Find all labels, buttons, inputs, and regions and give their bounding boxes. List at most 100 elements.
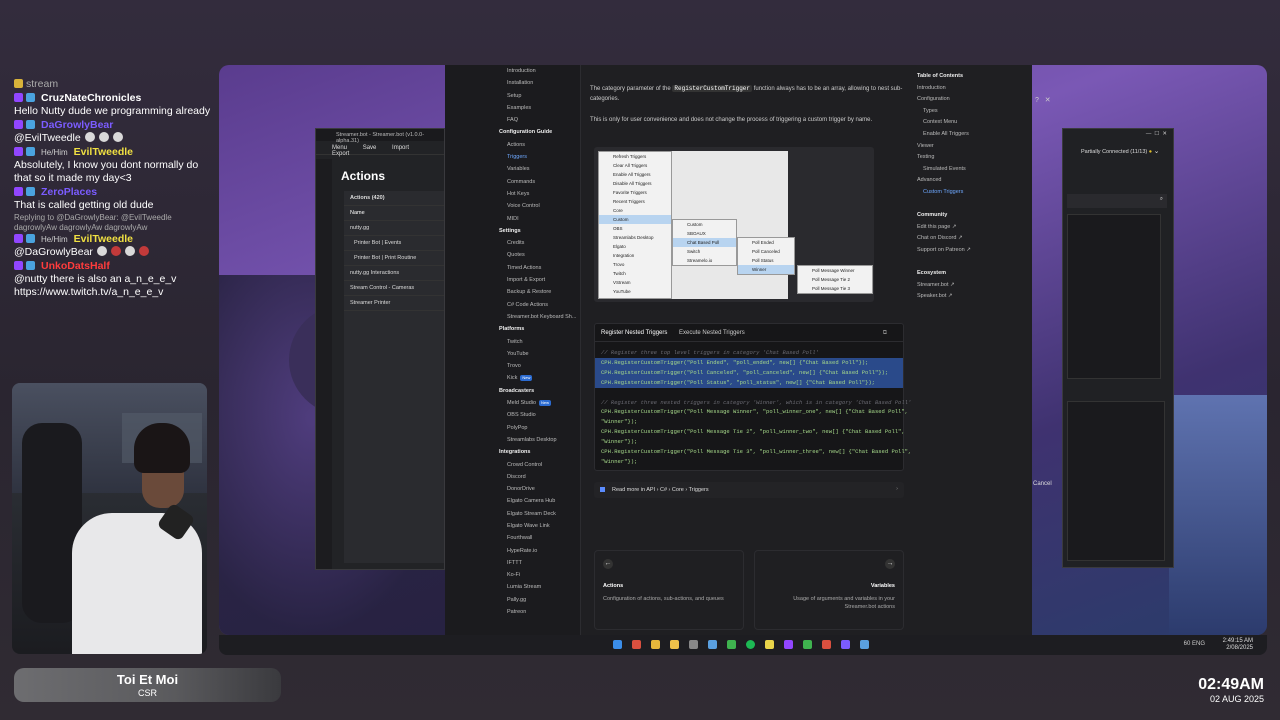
nav-item[interactable]: FAQ [499,114,580,126]
nav-item[interactable]: Timed Actions [499,262,580,274]
toc-item[interactable]: Streamer.bot ↗ [917,280,1032,292]
nav-item[interactable]: Lumia Stream [499,581,580,593]
app-icon[interactable] [803,640,812,649]
connection-status[interactable]: Partially Connected (11/13) ● ⌄ [1063,141,1173,155]
nav-item[interactable]: Triggers [499,151,580,163]
nav-item[interactable]: Actions [499,139,580,151]
toc-item[interactable]: Speaker.bot ↗ [917,291,1032,303]
chat-username[interactable]: EvilTweedle [74,233,133,245]
toc-item[interactable]: Types [917,106,1032,118]
next-page-card[interactable]: → Variables Usage of arguments and varia… [754,550,904,630]
cancel-button[interactable]: Cancel [1033,481,1052,487]
nav-section-header[interactable]: Integrations [499,446,580,458]
sb-action-row[interactable]: nutty.gg Interactions [344,266,444,281]
chrome-icon[interactable] [651,640,660,649]
nav-item[interactable]: MIDI [499,213,580,225]
nav-item[interactable]: PolyPop [499,422,580,434]
nav-section-header[interactable]: Settings [499,225,580,237]
browser-icon[interactable] [632,640,641,649]
close-icon[interactable]: ✕ [1162,131,1167,137]
nav-item[interactable]: Backup & Restore [499,286,580,298]
maximize-icon[interactable]: ☐ [1154,131,1159,137]
obs-icon[interactable] [689,640,698,649]
nav-item[interactable]: Commands [499,176,580,188]
sb-menu-save[interactable]: Save [363,145,377,151]
nav-item[interactable]: C# Code Actions [499,299,580,311]
toc-item[interactable]: Simulated Events [917,164,1032,176]
toc-item[interactable]: Configuration [917,94,1032,106]
nav-item[interactable]: DonorDrive [499,483,580,495]
nav-item[interactable]: OBS Studio [499,409,580,421]
folder-icon[interactable] [670,640,679,649]
prev-page-card[interactable]: ← Actions Configuration of actions, sub-… [594,550,744,630]
copy-icon[interactable]: ⧉ [883,330,887,337]
sb-menu-export[interactable]: Export [332,151,349,157]
toc-item[interactable]: Context Menu [917,117,1032,129]
sb-column-name[interactable]: Name [344,206,444,221]
nav-section-header[interactable]: Platforms [499,323,580,335]
nav-item[interactable]: Hot Keys [499,188,580,200]
nav-item[interactable]: YouTube [499,348,580,360]
nav-item[interactable]: Twitch [499,336,580,348]
nav-item[interactable]: Variables [499,163,580,175]
nav-item[interactable]: Streamer.bot Keyboard Sh... [499,311,580,323]
nav-item[interactable]: IFTTT [499,557,580,569]
nav-section-header[interactable]: Broadcasters [499,385,580,397]
sb-action-row[interactable]: Stream Control - Cameras [344,281,444,296]
nav-item[interactable]: Setup [499,90,580,102]
toc-item[interactable]: Testing [917,152,1032,164]
toc-item[interactable]: Viewer [917,141,1032,153]
nav-item[interactable]: Streamlabs Desktop [499,434,580,446]
nav-item[interactable]: Trovo [499,360,580,372]
nav-item[interactable]: Elgato Wave Link [499,520,580,532]
nav-item[interactable]: Import & Export [499,274,580,286]
nav-item[interactable]: Examples [499,102,580,114]
chat-username[interactable]: EvilTweedle [74,146,133,158]
nav-section-header[interactable]: Configuration Guide [499,126,580,138]
nav-item[interactable]: Meld Studio New [499,397,580,409]
nav-item[interactable]: Ko-Fi [499,569,580,581]
notes-icon[interactable] [765,640,774,649]
toc-item[interactable]: Introduction [917,83,1032,95]
nav-item[interactable]: Installation [499,77,580,89]
taskbar-clock[interactable]: 2:49:15 AM 2/08/2025 [1223,638,1253,652]
nav-item[interactable]: Quotes [499,249,580,261]
streamerbot-icon[interactable] [860,640,869,649]
chat-username[interactable]: DaGrowlyBear [41,119,113,131]
nav-item[interactable]: Patreon [499,606,580,618]
nav-item[interactable]: Pally.gg [499,594,580,606]
toc-item[interactable]: Edit this page ↗ [917,222,1032,234]
lang-indicator[interactable]: ENG [1192,641,1205,647]
toc-item[interactable]: Advanced [917,175,1032,187]
start-icon[interactable] [613,640,622,649]
nav-item[interactable]: Voice Control [499,200,580,212]
nav-item[interactable]: Discord [499,471,580,483]
sb-action-row[interactable]: Streamer Printer [344,296,444,311]
nav-item[interactable]: Introduction [499,65,580,77]
nav-item[interactable]: Credits [499,237,580,249]
nav-item[interactable]: HypeRate.io [499,545,580,557]
terminal-icon[interactable] [727,640,736,649]
vscode-icon[interactable] [708,640,717,649]
toc-item[interactable]: Custom Triggers [917,187,1032,199]
nav-item[interactable]: Kick New [499,372,580,384]
tab-execute-nested[interactable]: Execute Nested Triggers [679,330,745,336]
sb-action-row[interactable]: Printer Bot | Print Routine [344,251,444,266]
close-icon[interactable]: ✕ [1045,97,1051,104]
spotify-icon[interactable] [746,640,755,649]
toc-item[interactable]: Chat on Discord ↗ [917,233,1032,245]
sb-action-row[interactable]: Printer Bot | Events [344,236,444,251]
toc-item[interactable]: Enable All Triggers [917,129,1032,141]
help-icon[interactable]: ? [1035,97,1039,104]
discord-icon[interactable] [841,640,850,649]
nav-item[interactable]: Elgato Camera Hub [499,495,580,507]
chat-username[interactable]: ZeroPlaces [41,186,97,198]
tab-register-nested[interactable]: Register Nested Triggers [601,330,667,336]
minimize-icon[interactable]: — [1146,131,1152,137]
sb-menu-import[interactable]: Import [392,145,409,151]
nav-item[interactable]: Crowd Control [499,459,580,471]
chat-username[interactable]: CruzNateChronicles [41,92,141,104]
nav-item[interactable]: Elgato Stream Deck [499,508,580,520]
app-icon[interactable] [822,640,831,649]
sb-action-row[interactable]: nutty.gg [344,221,444,236]
